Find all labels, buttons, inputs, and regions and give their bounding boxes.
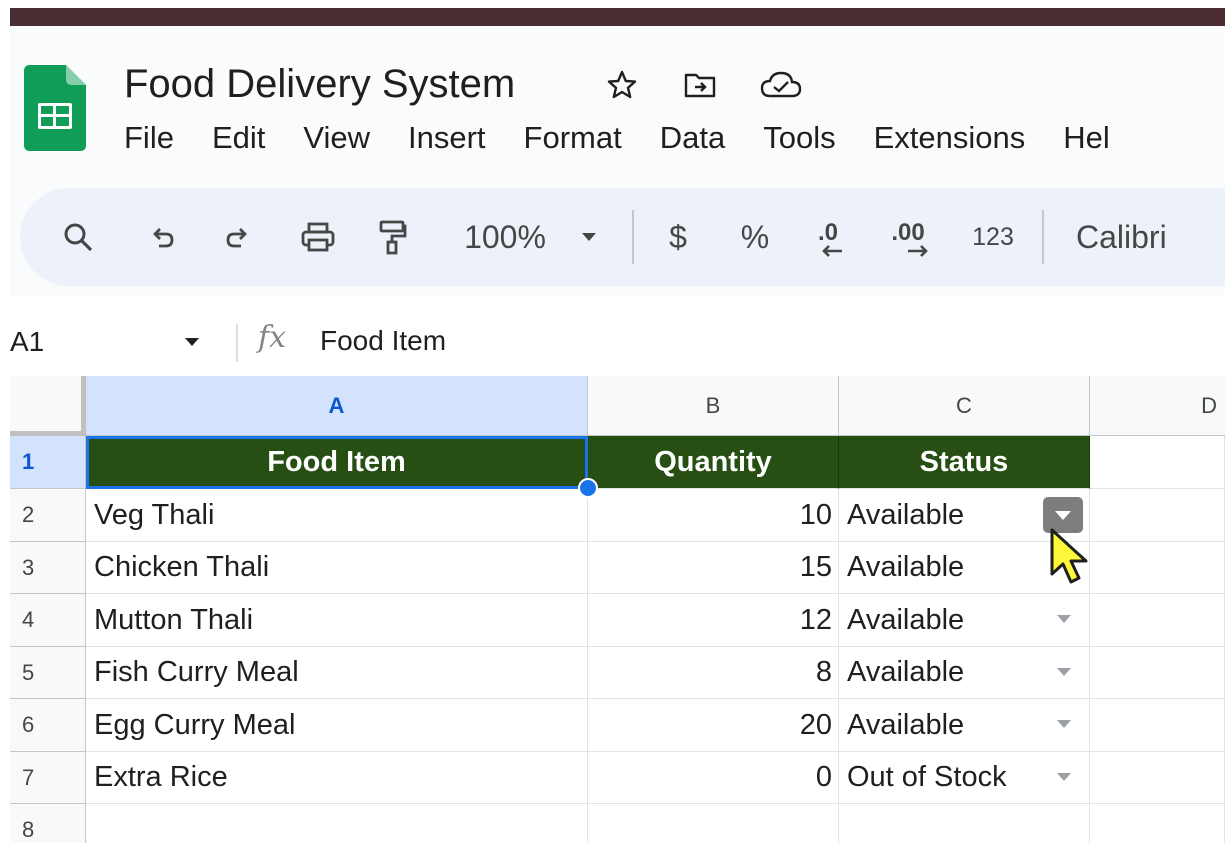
move-to-folder-icon[interactable] (680, 68, 720, 102)
menu-insert[interactable]: Insert (408, 116, 486, 160)
name-box-chevron-down-icon[interactable] (184, 312, 200, 372)
status-value: Available (847, 498, 965, 531)
cell-b4[interactable]: 12 (588, 594, 839, 647)
status-value: Available (847, 603, 965, 636)
column-header-d[interactable]: D (1090, 376, 1225, 436)
cell-b3[interactable]: 15 (588, 542, 839, 594)
name-box[interactable]: A1 (10, 312, 44, 372)
menu-view[interactable]: View (303, 116, 370, 160)
column-header-a[interactable]: A (86, 376, 588, 436)
cell-d2[interactable] (1090, 489, 1225, 542)
cell-a1[interactable]: Food Item (86, 436, 588, 489)
menu-data[interactable]: Data (660, 116, 725, 160)
cell-d5[interactable] (1090, 647, 1225, 699)
cell-b8[interactable] (588, 804, 839, 843)
dropdown-chevron-down-icon[interactable] (1057, 772, 1071, 781)
undo-icon[interactable] (140, 188, 184, 286)
column-header-c[interactable]: C (839, 376, 1090, 436)
menu-file[interactable]: File (124, 116, 174, 160)
zoom-select[interactable]: 100% (450, 188, 560, 286)
row-header-3[interactable]: 3 (10, 542, 86, 594)
window-frame-strip (10, 8, 1225, 26)
increase-decimal-button[interactable]: .00 (876, 188, 940, 286)
status-value: Available (847, 551, 965, 583)
decrease-decimal-label: .0 (817, 219, 838, 246)
status-value: Out of Stock (847, 761, 1007, 793)
formula-input[interactable]: Food Item (320, 312, 446, 372)
formula-divider (236, 324, 238, 362)
cell-a5[interactable]: Fish Curry Meal (86, 647, 588, 699)
zoom-chevron-down-icon[interactable] (576, 188, 602, 286)
decrease-decimal-button[interactable]: .0 (800, 188, 856, 286)
format-percent-button[interactable]: % (728, 188, 782, 286)
cell-d6[interactable] (1090, 699, 1225, 752)
cell-c1[interactable]: Status (839, 436, 1090, 489)
cell-a2[interactable]: Veg Thali (86, 489, 588, 542)
row-header-4[interactable]: 4 (10, 594, 86, 647)
cell-c6[interactable]: Available (839, 699, 1090, 752)
cell-d1[interactable] (1090, 436, 1225, 489)
star-icon[interactable] (604, 68, 640, 102)
cell-a4[interactable]: Mutton Thali (86, 594, 588, 647)
column-header-b[interactable]: B (588, 376, 839, 436)
menu-extensions[interactable]: Extensions (874, 116, 1026, 160)
row-header-8[interactable]: 8 (10, 804, 86, 843)
cell-c5[interactable]: Available (839, 647, 1090, 699)
search-menus-icon[interactable] (52, 188, 104, 286)
format-currency-button[interactable]: $ (656, 188, 700, 286)
formula-bar: A1 fx Food Item (0, 312, 1225, 372)
toolbar: 100% $ % .0 .00 123 Calibri (20, 188, 1225, 286)
cell-b6[interactable]: 20 (588, 699, 839, 752)
toolbar-divider (632, 210, 634, 264)
menu-format[interactable]: Format (524, 116, 622, 160)
increase-decimal-label: .00 (891, 219, 925, 246)
toolbar-divider (1042, 210, 1044, 264)
print-icon[interactable] (292, 188, 344, 286)
cell-d7[interactable] (1090, 752, 1225, 804)
status-value: Available (847, 708, 965, 741)
paint-format-icon[interactable] (370, 188, 414, 286)
row-header-1[interactable]: 1 (10, 436, 86, 489)
cell-b7[interactable]: 0 (588, 752, 839, 804)
cell-d4[interactable] (1090, 594, 1225, 647)
cell-b1[interactable]: Quantity (588, 436, 839, 489)
spreadsheet-grid: A B C D 1 2 3 4 5 6 7 8 Food Item Quanti… (10, 376, 1225, 843)
fx-icon: fx (258, 320, 287, 355)
cloud-saved-icon[interactable] (756, 68, 806, 102)
cell-b5[interactable]: 8 (588, 647, 839, 699)
row-header-7[interactable]: 7 (10, 752, 86, 804)
cell-a8[interactable] (86, 804, 588, 843)
arrow-left-icon (822, 245, 842, 257)
cell-a7[interactable]: Extra Rice (86, 752, 588, 804)
row-header-5[interactable]: 5 (10, 647, 86, 699)
cell-c8[interactable] (839, 804, 1090, 843)
window-top-edge (0, 0, 1225, 26)
menu-help[interactable]: Hel (1063, 116, 1110, 160)
redo-icon[interactable] (216, 188, 260, 286)
menu-tools[interactable]: Tools (763, 116, 835, 160)
cell-d3[interactable] (1090, 542, 1225, 594)
select-all-corner[interactable] (10, 376, 86, 436)
cell-a3[interactable]: Chicken Thali (86, 542, 588, 594)
status-value: Available (847, 656, 965, 688)
row-header-2[interactable]: 2 (10, 489, 86, 542)
mouse-pointer-icon (1050, 528, 1088, 584)
dropdown-chevron-down-icon[interactable] (1057, 667, 1071, 676)
fill-handle[interactable] (578, 478, 598, 498)
cell-c7[interactable]: Out of Stock (839, 752, 1090, 804)
dropdown-chevron-down-icon[interactable] (1057, 615, 1071, 623)
cell-a6[interactable]: Egg Curry Meal (86, 699, 588, 752)
cell-c4[interactable]: Available (839, 594, 1090, 647)
google-sheets-logo-icon[interactable] (24, 65, 86, 151)
font-family-select[interactable]: Calibri (1076, 188, 1192, 286)
number-format-button[interactable]: 123 (960, 188, 1026, 286)
cell-d8[interactable] (1090, 804, 1225, 843)
dropdown-chevron-down-icon[interactable] (1057, 720, 1071, 728)
document-title[interactable]: Food Delivery System (124, 60, 515, 108)
cell-b2[interactable]: 10 (588, 489, 839, 542)
menu-bar: File Edit View Insert Format Data Tools … (124, 116, 1148, 160)
row-header-6[interactable]: 6 (10, 699, 86, 752)
menu-edit[interactable]: Edit (212, 116, 265, 160)
arrow-right-icon (908, 245, 928, 257)
